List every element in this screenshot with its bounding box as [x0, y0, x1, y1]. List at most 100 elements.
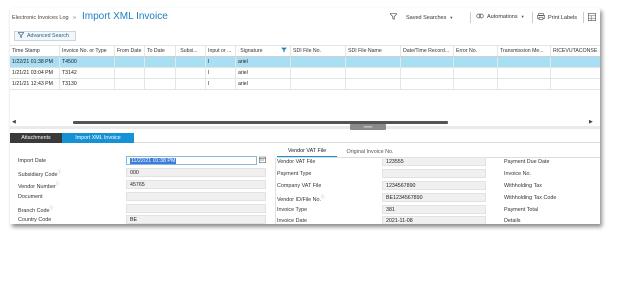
column-header-invoice-no[interactable]: Invoice No. or Type — [60, 46, 115, 56]
column-header-subsidiary[interactable]: ⁝ Subsi... — [176, 46, 206, 56]
filter-icon — [389, 13, 398, 22]
header-divider — [583, 12, 584, 23]
invoice-date-label: Invoice Date — [277, 218, 307, 224]
table-cell — [291, 57, 346, 67]
column-header-error-no[interactable]: Error No. — [454, 46, 498, 56]
column-header-subsidiary-label: Subsi... — [180, 48, 198, 54]
table-row[interactable]: 1/21/21 03:04 PM T3142 I ariel — [10, 68, 600, 79]
subsidiary-code-label: Subsidiary Codeⓘ — [18, 170, 61, 178]
vendor-vat-file-label: Vendor VAT File — [277, 159, 316, 165]
vendor-number-label-text: Vendor Number — [18, 183, 56, 190]
grid-view-button[interactable] — [588, 13, 596, 23]
vendor-number-field[interactable]: 45765 — [126, 180, 266, 189]
vendor-id-field[interactable]: BE1234567890 — [382, 193, 486, 202]
table-cell — [551, 79, 600, 89]
header-divider — [532, 12, 533, 23]
vendor-id-label-text: Vendor ID/File No. — [277, 196, 322, 203]
table-cell: I — [206, 68, 236, 78]
column-header-transmission[interactable]: Transmission Me... — [498, 46, 551, 56]
branch-code-field[interactable] — [126, 204, 266, 213]
vendor-number-label: Vendor Numberⓘ — [18, 182, 60, 190]
branch-code-label-text: Branch Code — [18, 207, 50, 214]
table-cell — [498, 79, 551, 89]
payment-type-field[interactable] — [382, 169, 486, 178]
table-cell — [145, 79, 176, 89]
table-cell: ariel — [236, 68, 291, 78]
app-window: Electronic Invoices Log » Import XML Inv… — [10, 8, 600, 224]
payment-due-date-label: Payment Due Date — [504, 159, 550, 165]
scrollbar-thumb[interactable] — [73, 121, 448, 124]
scroll-left-icon[interactable]: ◀ — [12, 119, 16, 125]
horizontal-scrollbar[interactable]: ◀ ▶ — [10, 119, 600, 125]
tab-original-invoice-no[interactable]: Original Invoice No. — [338, 146, 402, 157]
automations-icon — [476, 13, 484, 21]
document-field[interactable] — [126, 192, 266, 201]
table-cell — [346, 68, 401, 78]
calendar-icon[interactable] — [259, 156, 266, 165]
country-code-field[interactable]: BE — [126, 215, 266, 224]
table-cell — [401, 68, 454, 78]
subsidiary-code-label-text: Subsidiary Code — [18, 171, 58, 178]
import-date-label: Import Date — [18, 158, 47, 164]
column-header-time-stamp[interactable]: Time Stamp — [10, 46, 60, 56]
column-header-signature[interactable]: ⁝Signature — [236, 46, 291, 56]
breadcrumb-separator-icon: » — [73, 15, 77, 21]
tab-attachments[interactable]: Attachments — [10, 133, 62, 143]
table-cell — [454, 57, 498, 67]
table-cell — [498, 68, 551, 78]
column-header-date-time-record[interactable]: Date/Time Record... — [401, 46, 454, 56]
column-header-from-date[interactable]: From Date — [115, 46, 145, 56]
vendor-vat-file-field[interactable]: 123555 — [382, 157, 486, 166]
pane-splitter[interactable] — [10, 126, 600, 129]
column-header-input-or[interactable]: Input or ... — [206, 46, 236, 56]
column-header-sdi-file-name[interactable]: SDI File Name — [346, 46, 401, 56]
column-header-to-date[interactable]: To Date — [145, 46, 176, 56]
tab-import-xml-invoice[interactable]: Import XML Invoice — [62, 133, 134, 143]
table-cell — [291, 79, 346, 89]
table-cell — [291, 68, 346, 78]
table-cell — [401, 79, 454, 89]
tab-vendor-vat-file[interactable]: Vendor VAT File — [277, 146, 337, 157]
invoice-type-field[interactable]: 381 — [382, 205, 486, 214]
grid-icon — [588, 13, 596, 23]
table-cell — [454, 68, 498, 78]
table-cell: ariel — [236, 79, 291, 89]
invoice-date-field[interactable]: 2021-11-08 — [382, 216, 486, 224]
table-row[interactable]: 1/21/21 12:43 PM T3130 I ariel — [10, 79, 600, 90]
table-cell — [145, 57, 176, 67]
advanced-search-button[interactable]: Advanced Search — [14, 31, 76, 41]
company-vat-file-field[interactable]: 1234567890 — [382, 181, 486, 190]
table-cell: ariel — [236, 57, 291, 67]
table-cell — [498, 57, 551, 67]
splitter-handle[interactable]: ═══ — [350, 124, 386, 130]
payment-type-label: Payment Type — [277, 171, 312, 177]
import-date-field[interactable]: 11/22/21 01:38 PM — [126, 156, 257, 165]
table-cell: I — [206, 57, 236, 67]
invoice-type-label: Invoice Type — [277, 207, 308, 213]
column-sort-icon: ⁝ — [178, 48, 180, 54]
scroll-right-icon[interactable]: ▶ — [589, 119, 593, 125]
saved-searches-button[interactable]: Saved Searches ▼ — [389, 13, 453, 22]
info-icon: ⓘ — [49, 206, 54, 210]
saved-searches-label: Saved Searches — [406, 14, 447, 21]
automations-button[interactable]: Automations ▼ — [476, 13, 525, 21]
subsidiary-code-field[interactable]: 000 — [126, 168, 266, 177]
column-header-ricevuta[interactable]: RICEVUTACONSE — [551, 46, 600, 56]
withholding-tax-code-label: Withholding Tax Code — [504, 195, 557, 201]
table-cell: 1/21/21 12:43 PM — [10, 79, 60, 89]
column-header-sdi-file-no[interactable]: SDI File No. — [291, 46, 346, 56]
header-divider — [470, 12, 471, 23]
automations-label: Automations — [487, 14, 518, 20]
table-cell — [551, 57, 600, 67]
column-filter-icon[interactable] — [281, 47, 287, 55]
breadcrumb[interactable]: Electronic Invoices Log — [12, 15, 69, 21]
table-cell: I — [206, 79, 236, 89]
table-row[interactable]: 1/22/21 01:38 PM T4500 I ariel — [10, 57, 600, 68]
table-cell: T4500 — [60, 57, 115, 67]
info-icon: ⓘ — [57, 170, 62, 174]
print-labels-button[interactable]: Print Labels — [537, 13, 577, 22]
table-cell — [176, 68, 206, 78]
chevron-down-icon: ▼ — [520, 14, 525, 19]
table-cell — [115, 57, 145, 67]
filter-icon — [17, 32, 25, 40]
